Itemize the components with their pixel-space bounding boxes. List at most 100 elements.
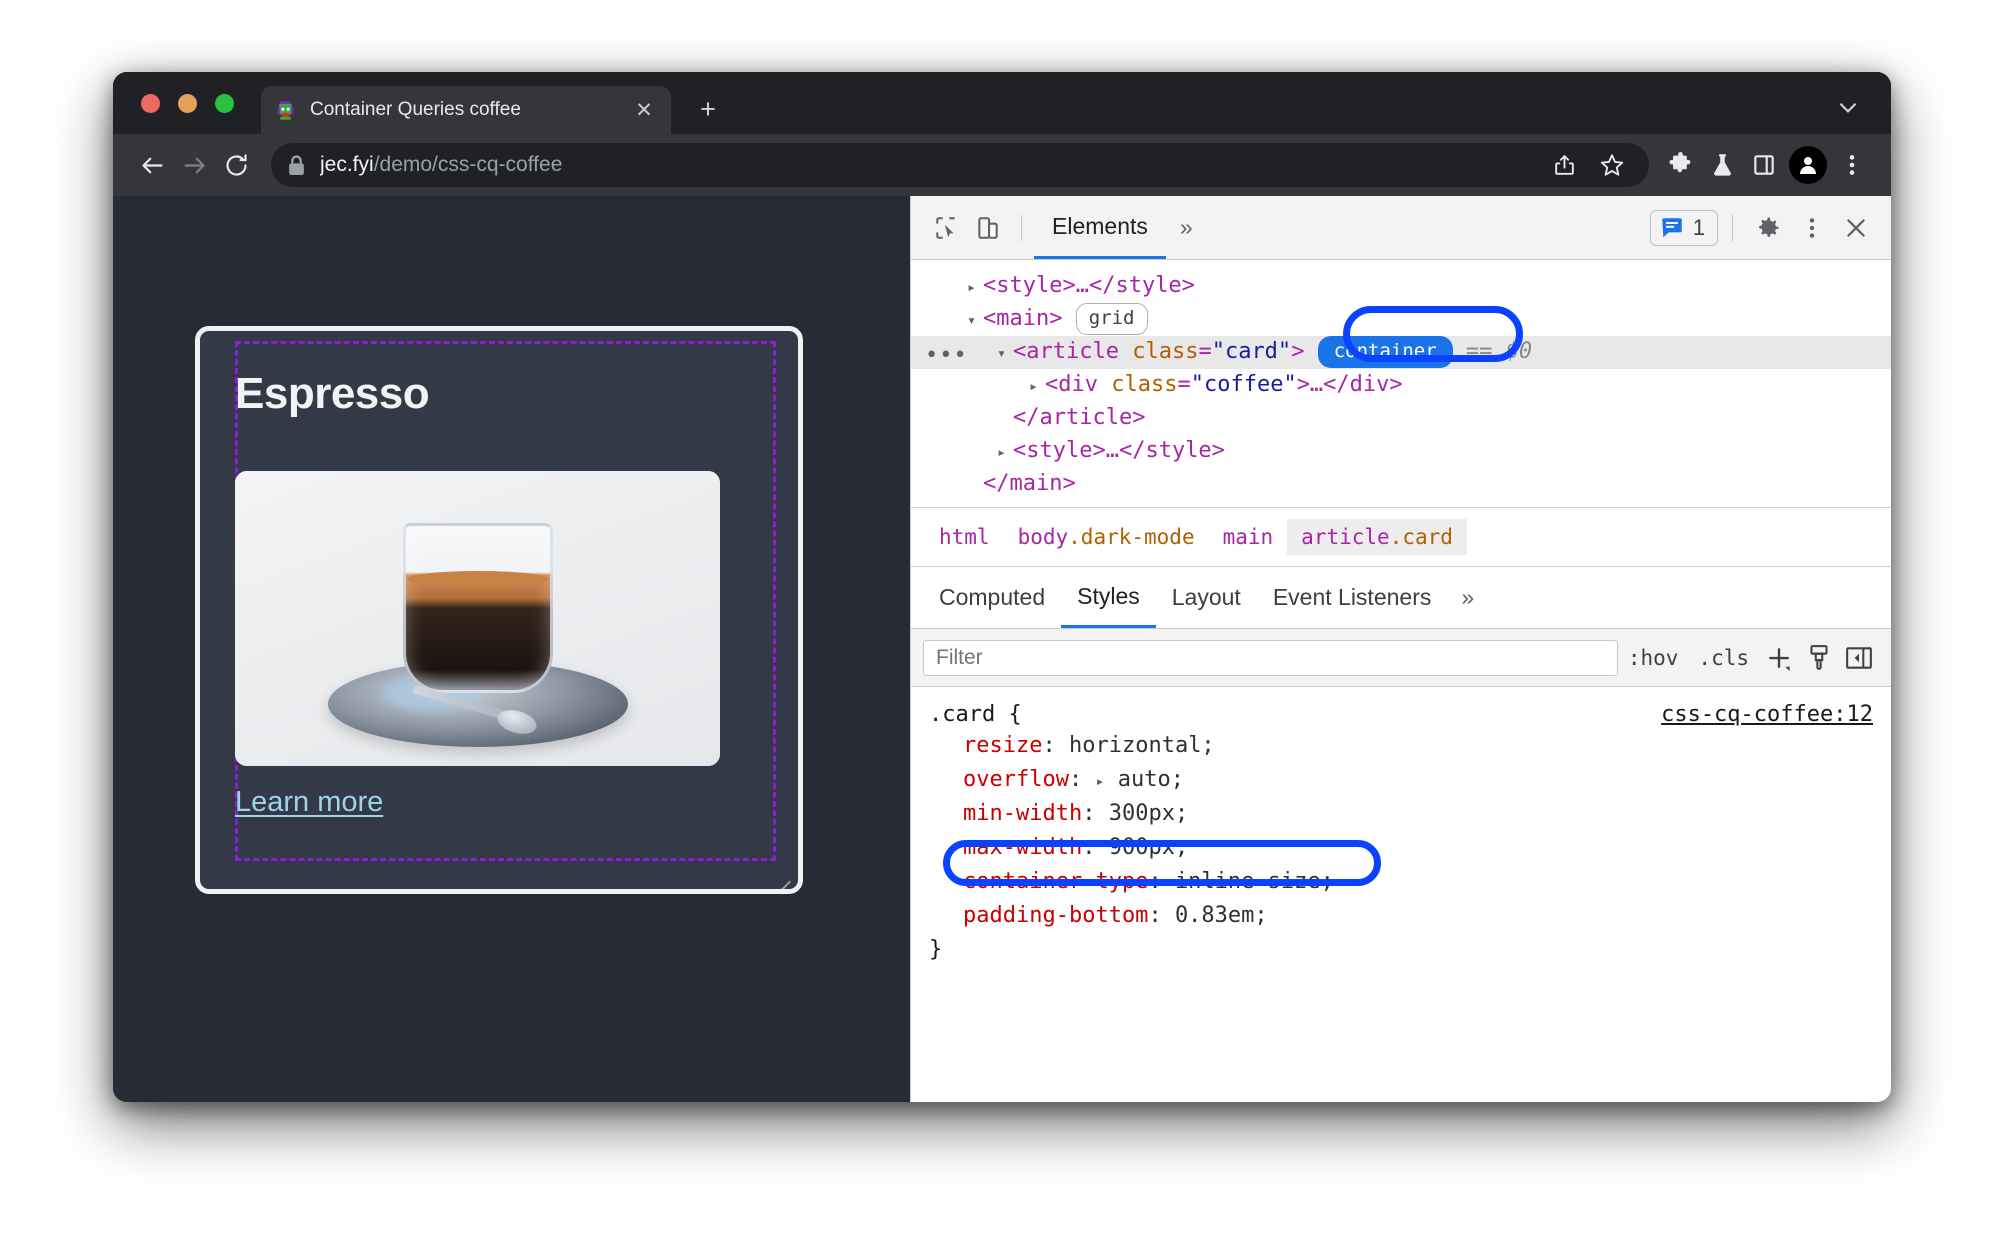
extensions-puzzle-icon[interactable] [1659,144,1701,186]
devtools-toolbar: Elements » 1 [911,196,1891,260]
new-tab-button[interactable]: + [693,96,723,123]
rule-header: .card { css-cq-coffee:12 [911,699,1891,730]
learn-more-link[interactable]: Learn more [235,786,383,819]
card-title: Espresso [235,369,430,418]
print-styles-icon[interactable] [1799,644,1839,672]
css-rules-pane[interactable]: .card { css-cq-coffee:12 resize: horizon… [911,687,1891,1102]
toggle-sidebar-icon[interactable] [1839,645,1879,671]
css-declaration-min-width[interactable]: min-width: 300px; [911,798,1891,832]
expand-triangle-icon[interactable]: ▾ [967,310,983,332]
url-host: jec.fyi [320,153,374,176]
lock-icon[interactable] [287,154,306,176]
chevron-down-icon[interactable] [1835,94,1861,120]
dom-row[interactable]: ▸ <div class="coffee">…</div> [911,369,1891,402]
css-property[interactable]: padding-bottom [963,903,1148,928]
css-declaration-container-type[interactable]: container-type: inline-size; [911,866,1891,900]
tab-close-icon[interactable]: ✕ [631,100,657,121]
coffee-card[interactable]: Espresso Learn more [195,326,803,894]
espresso-photo [235,471,720,766]
window-minimize-button[interactable] [178,94,197,113]
inspect-element-icon[interactable] [925,207,967,249]
css-value[interactable]: inline-size; [1175,869,1334,894]
css-declaration-resize[interactable]: resize: horizontal; [911,730,1891,764]
dom-attr-name: class [1132,339,1199,364]
dom-row[interactable]: ▾ <main> grid [911,303,1891,336]
more-panels-icon[interactable]: » [1166,214,1207,241]
plus-icon[interactable] [1759,643,1799,673]
dom-tag-name: <article [1013,339,1119,364]
expand-shorthand-icon[interactable]: ▸ [1095,772,1104,790]
url-path: /demo/css-cq-coffee [373,153,563,176]
device-toolbar-icon[interactable] [967,207,1009,249]
grid-badge[interactable]: grid [1075,303,1148,335]
css-property[interactable]: overflow [963,767,1069,792]
issues-badge[interactable]: 1 [1649,209,1718,246]
css-property[interactable]: resize [963,733,1042,758]
css-declaration-overflow[interactable]: overflow: ▸ auto; [911,764,1891,798]
labs-flask-icon[interactable] [1701,144,1743,186]
css-property[interactable]: min-width [963,801,1082,826]
dom-row[interactable]: ▸ <style>…</style> [911,270,1891,303]
tab-computed[interactable]: Computed [923,567,1061,628]
share-icon[interactable] [1543,144,1585,186]
css-declaration-max-width[interactable]: max-width: 900px; [911,832,1891,866]
crema-shape [406,571,549,587]
address-bar[interactable]: jec.fyi/demo/css-cq-coffee [271,143,1649,187]
hov-button[interactable]: :hov [1618,646,1689,670]
dom-attr-value: "card" [1211,339,1292,364]
dom-row[interactable]: ▸ <style>…</style> [911,435,1891,468]
css-property[interactable]: container-type [963,869,1148,894]
css-value[interactable]: 900px; [1109,835,1188,860]
window-close-button[interactable] [141,94,160,113]
dom-node-text: </article> [1013,405,1146,430]
window-maximize-button[interactable] [215,94,234,113]
css-value[interactable]: auto; [1118,767,1184,792]
css-value[interactable]: horizontal; [1069,733,1215,758]
dom-tree[interactable]: ▸ <style>…</style> ▾ <main> grid ••• ▾ <art… [911,260,1891,507]
close-icon[interactable] [1835,207,1877,249]
breadcrumb-item-article-card[interactable]: article.card [1287,519,1467,555]
espresso-glass-shape [402,523,553,693]
container-badge[interactable]: container [1317,336,1453,368]
expand-triangle-icon[interactable]: ▸ [967,277,983,299]
tab-event-listeners[interactable]: Event Listeners [1257,567,1448,628]
bookmark-star-icon[interactable] [1591,144,1633,186]
devtools-three-dot-menu-icon[interactable] [1791,207,1833,249]
url-text: jec.fyi/demo/css-cq-coffee [320,153,562,177]
styles-pane-tabs: Computed Styles Layout Event Listeners » [911,567,1891,629]
cls-button[interactable]: .cls [1688,646,1759,670]
stylesheet-source-link[interactable]: css-cq-coffee:12 [1661,699,1873,730]
css-selector[interactable]: .card { [929,699,1022,730]
breadcrumb-item-main[interactable]: main [1209,519,1288,555]
expand-triangle-icon[interactable]: ▸ [997,442,1013,464]
expand-triangle-icon[interactable]: ▸ [1029,376,1045,398]
profile-avatar-icon[interactable] [1789,146,1827,184]
tab-styles[interactable]: Styles [1061,567,1156,628]
dom-overflow-ellipsis[interactable]: ••• [925,340,968,372]
filter-input[interactable]: Filter [923,639,1618,676]
breadcrumb-item-body[interactable]: body.dark-mode [1004,519,1209,555]
expand-triangle-icon[interactable]: ▾ [997,343,1013,365]
gear-icon[interactable] [1747,207,1789,249]
browser-window: Container Queries coffee ✕ + jec.fyi/dem… [113,72,1891,1102]
css-declaration-padding-bottom[interactable]: padding-bottom: 0.83em; [911,900,1891,934]
dom-row[interactable]: </main> [911,468,1891,501]
breadcrumb-item-html[interactable]: html [925,519,1004,555]
side-panel-icon[interactable] [1743,144,1785,186]
resize-handle[interactable] [768,859,794,885]
dom-row-article-card[interactable]: ••• ▾ <article class="card"> container ==… [911,336,1891,369]
devtools-toolbar-right: 1 [1649,207,1877,249]
dom-row[interactable]: </article> [911,402,1891,435]
back-arrow-icon[interactable] [131,144,173,186]
css-property[interactable]: max-width [963,835,1082,860]
tab-elements[interactable]: Elements [1034,196,1166,259]
browser-tab[interactable]: Container Queries coffee ✕ [261,86,671,134]
three-dot-menu-icon[interactable] [1831,144,1873,186]
reload-icon[interactable] [215,144,257,186]
dom-node-text: <style>…</style> [1013,438,1225,463]
more-styles-tabs-icon[interactable]: » [1447,584,1488,611]
tab-layout[interactable]: Layout [1156,567,1257,628]
css-value[interactable]: 0.83em; [1175,903,1268,928]
forward-arrow-icon[interactable] [173,144,215,186]
css-value[interactable]: 300px; [1109,801,1188,826]
